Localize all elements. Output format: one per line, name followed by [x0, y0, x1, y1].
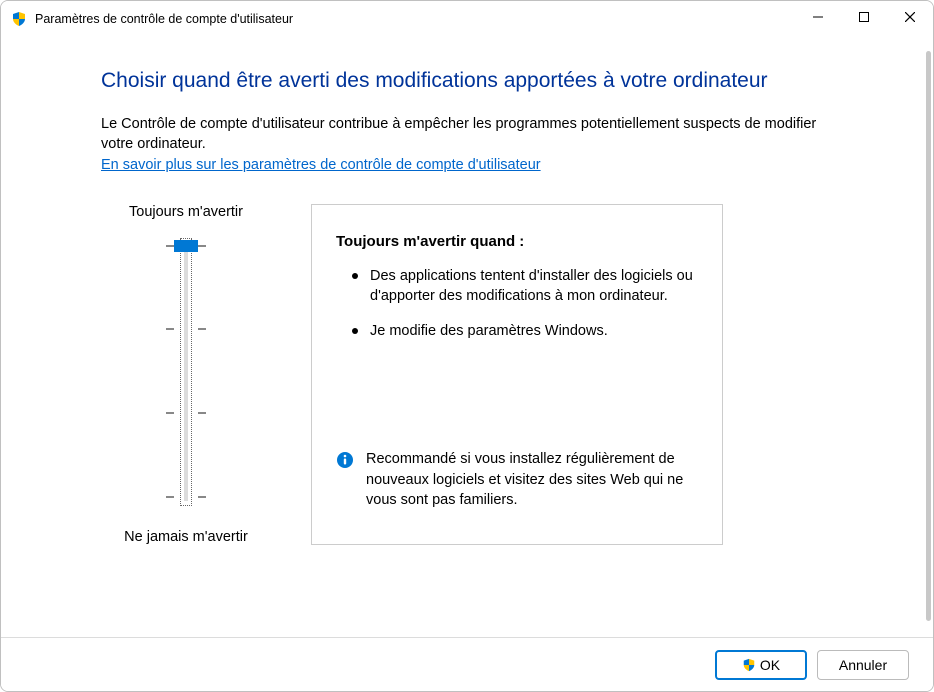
detail-bullet: Je modifie des paramètres Windows. — [352, 321, 698, 341]
slider-bottom-label: Ne jamais m'avertir — [101, 529, 271, 545]
main-area: Toujours m'avertir Ne jamais m'avertir T… — [101, 204, 853, 545]
intro-text: Le Contrôle de compte d'utilisateur cont… — [101, 115, 841, 154]
uac-settings-window: Paramètres de contrôle de compte d'utili… — [0, 0, 934, 692]
slider-tick — [166, 328, 206, 330]
notification-slider[interactable] — [166, 238, 206, 506]
slider-tick — [166, 412, 206, 414]
slider-tick — [166, 496, 206, 498]
ok-button[interactable]: OK — [715, 650, 807, 680]
minimize-button[interactable] — [795, 1, 841, 33]
detail-panel: Toujours m'avertir quand : Des applicati… — [311, 204, 723, 545]
slider-column: Toujours m'avertir Ne jamais m'avertir — [101, 204, 271, 545]
content-area: Choisir quand être averti des modificati… — [1, 37, 933, 637]
detail-title: Toujours m'avertir quand : — [336, 233, 698, 250]
detail-bullet: Des applications tentent d'installer des… — [352, 266, 698, 307]
detail-bullets: Des applications tentent d'installer des… — [336, 266, 698, 355]
minimize-icon — [813, 12, 823, 22]
page-heading: Choisir quand être averti des modificati… — [101, 69, 853, 93]
maximize-button[interactable] — [841, 1, 887, 33]
cancel-button-label: Annuler — [839, 657, 887, 673]
recommendation-row: Recommandé si vous installez régulièreme… — [336, 449, 698, 524]
info-icon — [336, 451, 354, 469]
slider-track — [180, 238, 192, 506]
footer-bar: OK Annuler — [1, 637, 933, 691]
maximize-icon — [859, 12, 869, 22]
slider-top-label: Toujours m'avertir — [101, 204, 271, 220]
recommendation-text: Recommandé si vous installez régulièreme… — [366, 449, 698, 510]
ok-button-label: OK — [760, 657, 780, 673]
window-controls — [795, 1, 933, 37]
close-button[interactable] — [887, 1, 933, 33]
cancel-button[interactable]: Annuler — [817, 650, 909, 680]
shield-icon — [11, 11, 27, 27]
window-title: Paramètres de contrôle de compte d'utili… — [35, 12, 795, 26]
vertical-scrollbar[interactable] — [926, 51, 931, 621]
slider-thumb[interactable] — [174, 240, 198, 252]
shield-icon — [742, 658, 756, 672]
close-icon — [905, 12, 915, 22]
titlebar: Paramètres de contrôle de compte d'utili… — [1, 1, 933, 37]
learn-more-link[interactable]: En savoir plus sur les paramètres de con… — [101, 157, 541, 173]
